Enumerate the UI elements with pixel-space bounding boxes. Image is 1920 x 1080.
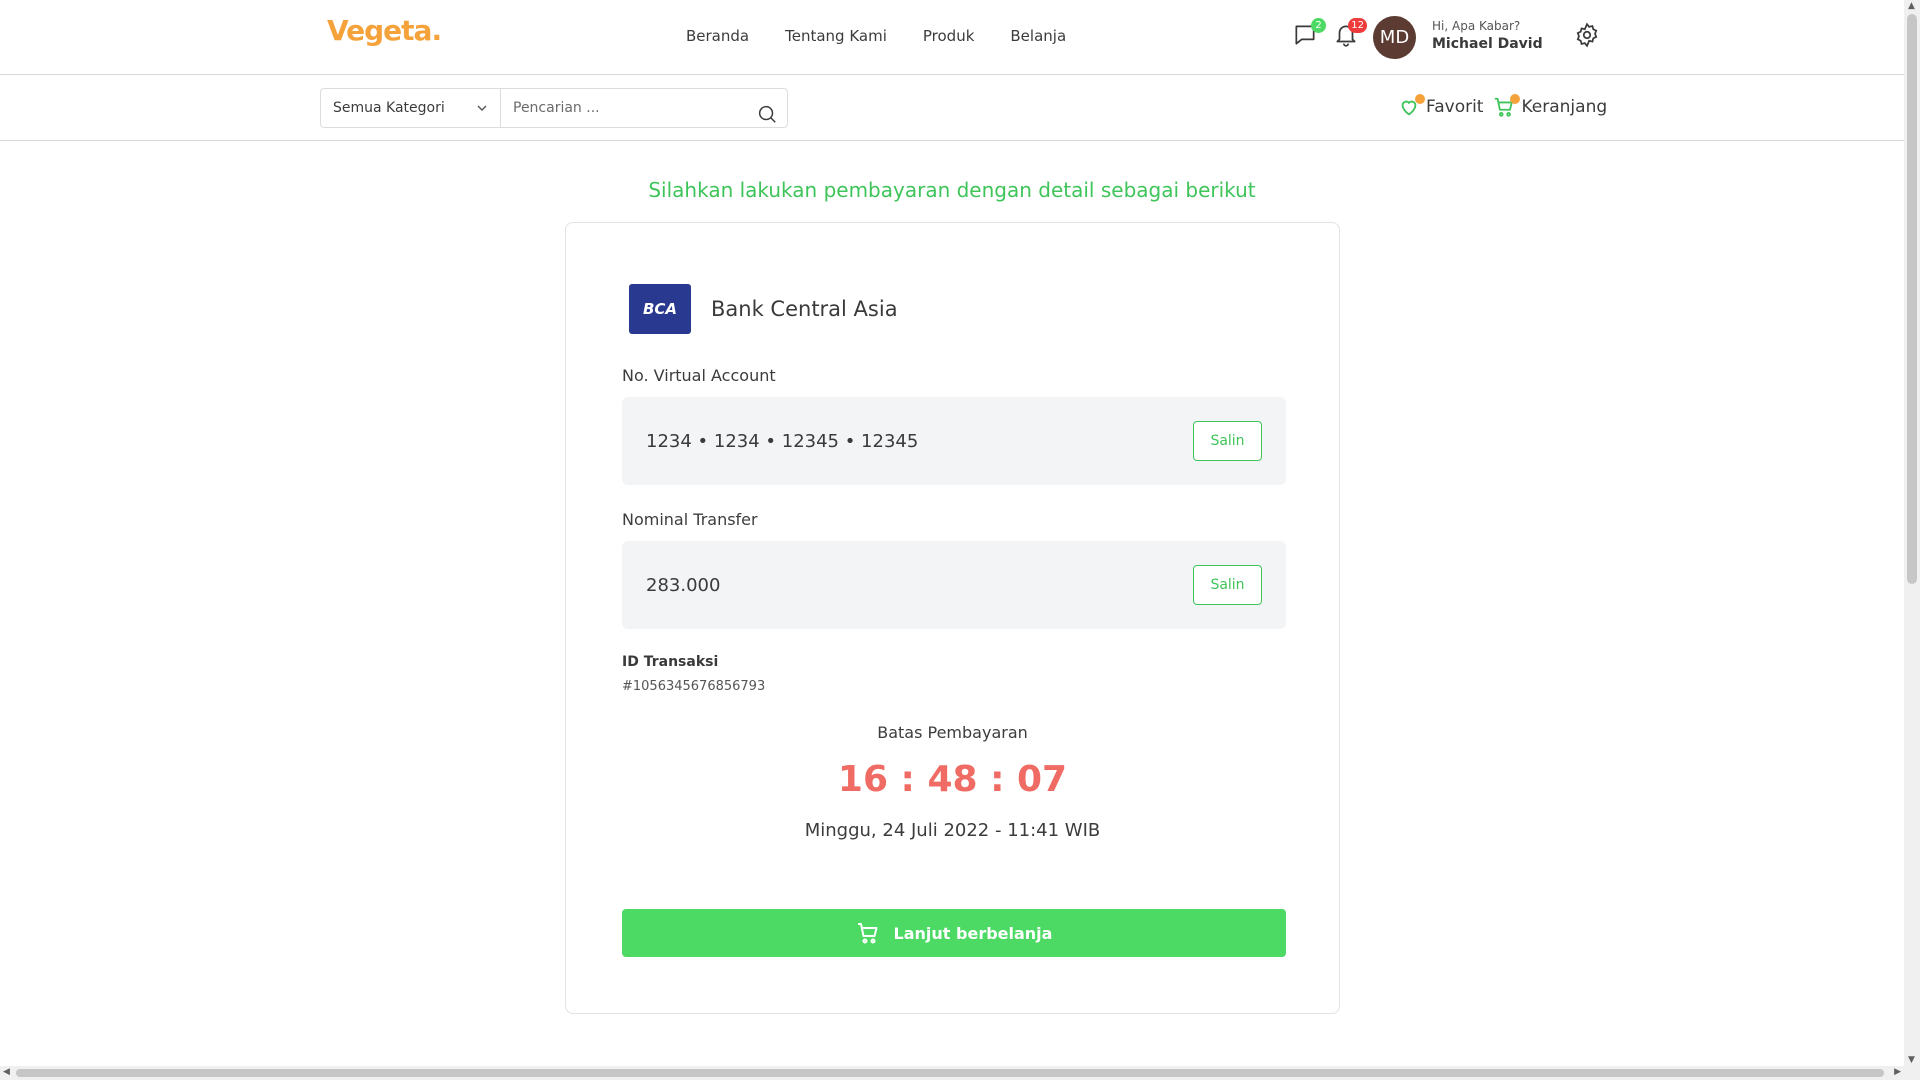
nav-belanja[interactable]: Belanja — [1010, 27, 1066, 45]
deadline-label: Batas Pembayaran — [877, 723, 1028, 742]
search-bar-row: Semua Kategori Favorit — [0, 75, 1904, 141]
chevron-down-icon — [477, 105, 487, 111]
search-button[interactable] — [747, 89, 787, 127]
amount-value: 283.000 — [646, 574, 721, 596]
horizontal-scrollbar[interactable]: ◀ ▶ — [0, 1066, 1904, 1080]
continue-shopping-button[interactable]: Lanjut berbelanja — [622, 909, 1286, 957]
continue-shopping-label: Lanjut berbelanja — [893, 923, 1053, 943]
va-label: No. Virtual Account — [622, 366, 776, 385]
notifications-badge: 12 — [1348, 18, 1367, 33]
page-heading: Silahkan lakukan pembayaran dengan detai… — [648, 178, 1256, 202]
settings-button[interactable] — [1574, 22, 1604, 52]
cart-icon — [857, 923, 878, 944]
search-icon — [758, 105, 776, 123]
bank-info: BCA Bank Central Asia — [629, 284, 898, 334]
scroll-right-icon[interactable]: ▶ — [1894, 1067, 1901, 1077]
cart-dot — [1510, 94, 1521, 104]
scroll-up-icon[interactable]: ▲ — [1908, 1, 1915, 11]
deadline-date: Minggu, 24 Juli 2022 - 11:41 WIB — [804, 820, 1101, 841]
messages-badge: 2 — [1311, 18, 1326, 33]
favorites-link[interactable]: Favorit — [1398, 94, 1484, 118]
cart-label: Keranjang — [1521, 97, 1608, 117]
scroll-left-icon[interactable]: ◀ — [3, 1067, 10, 1077]
logo[interactable]: Vegeta. — [327, 14, 442, 47]
nav-beranda[interactable]: Beranda — [686, 27, 749, 45]
messages-button[interactable]: 2 — [1292, 18, 1326, 52]
favorites-label: Favorit — [1426, 97, 1484, 117]
horizontal-scroll-thumb[interactable] — [16, 1069, 1884, 1077]
scroll-down-icon[interactable]: ▼ — [1908, 1055, 1915, 1065]
main-nav: Beranda Tentang Kami Produk Belanja — [686, 27, 1066, 45]
amount-field: 283.000 Salin — [622, 541, 1286, 629]
user-name[interactable]: Michael David — [1432, 36, 1543, 52]
category-label: Semua Kategori — [333, 100, 445, 116]
greeting-text: Hi, Apa Kabar? — [1432, 19, 1521, 33]
va-field: 1234 • 1234 • 12345 • 12345 Salin — [622, 397, 1286, 485]
nav-tentang-kami[interactable]: Tentang Kami — [785, 27, 887, 45]
notifications-button[interactable]: 12 — [1333, 18, 1367, 52]
va-number: 1234 • 1234 • 12345 • 12345 — [646, 430, 919, 452]
vertical-scroll-thumb[interactable] — [1907, 14, 1917, 584]
quick-links: Favorit Keranjang — [1398, 94, 1608, 118]
search-box: Semua Kategori — [320, 88, 788, 128]
user-greeting: Hi, Apa Kabar? Michael David — [1432, 19, 1543, 52]
bank-logo: BCA — [629, 284, 691, 334]
amount-label: Nominal Transfer — [622, 510, 758, 529]
scrollbar-corner — [1904, 1066, 1920, 1080]
payment-card: BCA Bank Central Asia No. Virtual Accoun… — [565, 222, 1340, 1014]
cart-link[interactable]: Keranjang — [1493, 94, 1608, 118]
copy-va-button[interactable]: Salin — [1193, 421, 1262, 461]
search-input[interactable] — [501, 89, 747, 127]
copy-amount-button[interactable]: Salin — [1193, 565, 1262, 605]
countdown-timer: 16 : 48 : 07 — [837, 759, 1068, 800]
bank-name: Bank Central Asia — [711, 297, 898, 321]
transaction-id: #1056345676856793 — [622, 679, 766, 694]
gear-icon — [1576, 22, 1598, 48]
favorites-dot — [1415, 94, 1425, 104]
nav-produk[interactable]: Produk — [923, 27, 975, 45]
vertical-scrollbar[interactable]: ▲ ▼ — [1904, 0, 1920, 1066]
top-header: Vegeta. Beranda Tentang Kami Produk Bela… — [0, 0, 1904, 75]
transaction-id-label: ID Transaksi — [622, 654, 719, 670]
avatar[interactable]: MD — [1373, 16, 1416, 59]
category-select[interactable]: Semua Kategori — [321, 89, 501, 127]
